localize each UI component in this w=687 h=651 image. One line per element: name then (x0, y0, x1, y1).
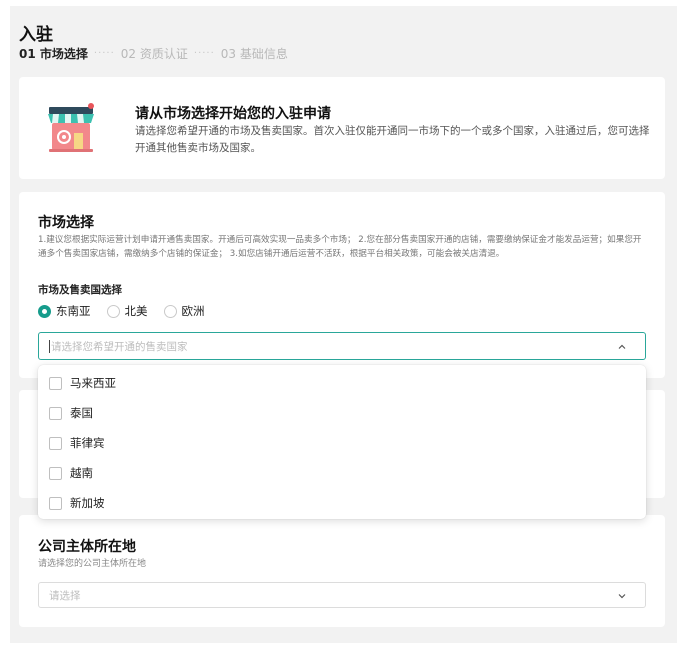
intro-card: 请从市场选择开始您的入驻申请 请选择您希望开通的市场及售卖国家。首次入驻仅能开通… (19, 77, 665, 179)
market-field-label: 市场及售卖国选择 (38, 284, 122, 296)
company-location-card: 公司主体所在地 请选择您的公司主体所在地 请选择 (19, 515, 665, 627)
region-label: 欧洲 (181, 304, 205, 318)
checkbox-icon[interactable] (49, 436, 62, 450)
country-option-thailand[interactable]: 泰国 (38, 398, 646, 428)
checkbox-icon[interactable] (49, 406, 62, 420)
market-selection-card: 市场选择 1.建议您根据实际运营计划申请开通售卖国家。开通后可高效实现一品卖多个… (19, 192, 665, 378)
country-select[interactable]: 请选择您希望开通的售卖国家 (38, 332, 646, 360)
step-market-selection: 01 市场选择 (19, 47, 88, 61)
step-indicator: 01 市场选择 ····· 02 资质认证 ····· 03 基础信息 (19, 45, 288, 62)
checkbox-icon[interactable] (49, 376, 62, 390)
chevron-up-icon[interactable] (617, 342, 627, 352)
country-option-malaysia[interactable]: 马来西亚 (38, 368, 646, 398)
company-select-placeholder: 请选择 (49, 589, 81, 602)
intro-description: 请选择您希望开通的市场及售卖国家。首次入驻仅能开通同一市场下的一个或多个国家，入… (135, 125, 650, 154)
country-option-label: 马来西亚 (70, 376, 116, 390)
page-title: 入驻 (19, 25, 53, 45)
company-section-title: 公司主体所在地 (38, 539, 136, 555)
step-separator: ····· (193, 48, 215, 59)
step-separator: ····· (93, 48, 115, 59)
country-option-label: 菲律宾 (70, 436, 105, 450)
country-dropdown: 马来西亚 泰国 菲律宾 越南 新加坡 (38, 365, 646, 519)
region-radio-europe[interactable]: 欧洲 (163, 303, 205, 319)
region-label: 东南亚 (56, 304, 91, 318)
country-option-label: 越南 (70, 466, 93, 480)
country-option-philippines[interactable]: 菲律宾 (38, 428, 646, 458)
chevron-down-icon[interactable] (617, 591, 627, 601)
company-location-select[interactable]: 请选择 (38, 582, 646, 608)
intro-title: 请从市场选择开始您的入驻申请 (135, 106, 331, 122)
region-radio-north-america[interactable]: 北美 (106, 303, 148, 319)
shop-icon (48, 103, 94, 152)
country-option-label: 新加坡 (70, 496, 105, 510)
step-qualification: 02 资质认证 (120, 47, 188, 61)
country-option-label: 泰国 (70, 406, 93, 420)
radio-checked-icon[interactable] (38, 304, 51, 318)
checkbox-icon[interactable] (49, 466, 62, 480)
checkbox-icon[interactable] (49, 496, 62, 510)
text-cursor (49, 339, 50, 353)
company-section-subtitle: 请选择您的公司主体所在地 (38, 559, 147, 569)
country-option-singapore[interactable]: 新加坡 (38, 488, 646, 518)
market-section-title: 市场选择 (38, 215, 94, 231)
country-option-vietnam[interactable]: 越南 (38, 458, 646, 488)
step-basic-info: 03 基础信息 (220, 47, 288, 61)
region-radio-group: 东南亚 北美 欧洲 (38, 303, 221, 319)
market-description: 1.建议您根据实际运营计划申请开通售卖国家。开通后可高效实现一品卖多个市场； 2… (38, 235, 642, 259)
region-label: 北美 (124, 304, 148, 318)
radio-unchecked-icon[interactable] (106, 304, 120, 318)
country-select-placeholder: 请选择您希望开通的售卖国家 (51, 340, 188, 353)
radio-unchecked-icon[interactable] (163, 304, 177, 318)
region-radio-southeast-asia[interactable]: 东南亚 (38, 303, 91, 319)
